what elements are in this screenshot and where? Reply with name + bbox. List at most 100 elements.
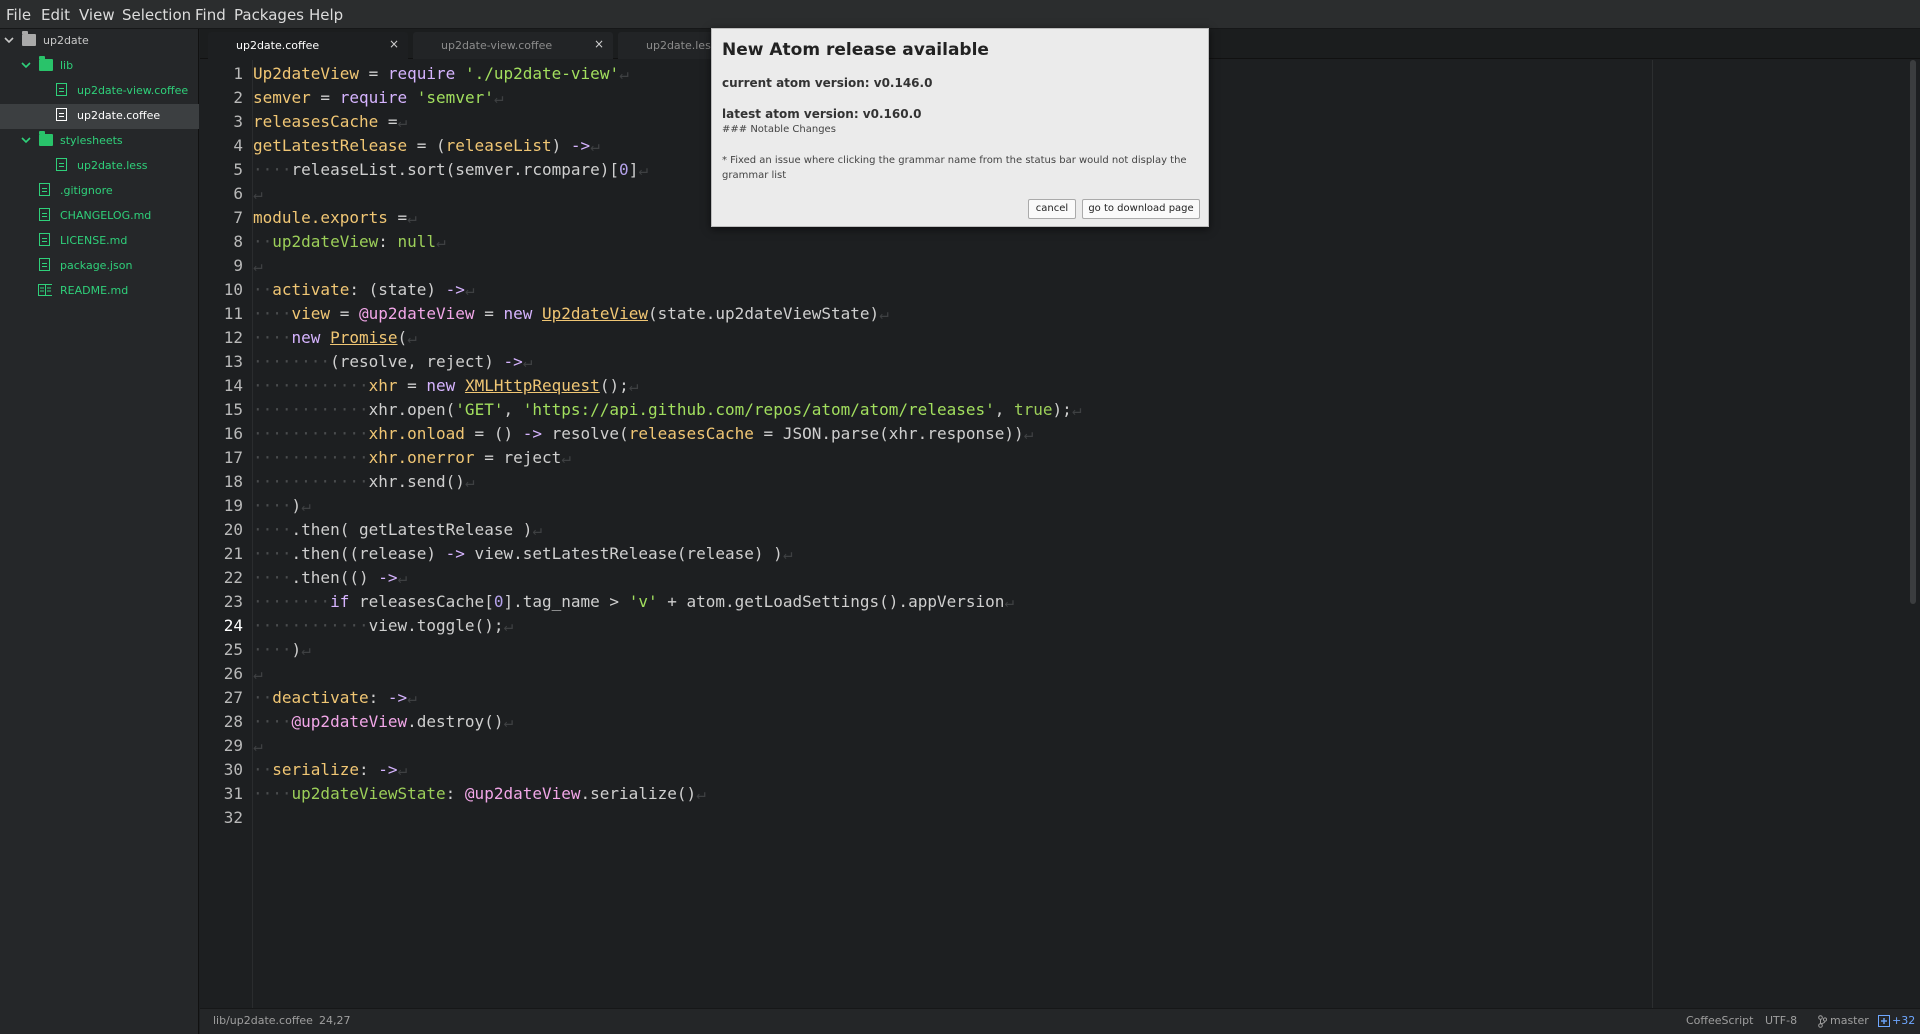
folder-icon <box>39 56 53 71</box>
tree-item-label: package.json <box>60 259 133 272</box>
code-token: 'semver' <box>416 88 494 107</box>
line-number: 25 <box>223 640 243 659</box>
tab-label: up2date.less <box>646 39 717 52</box>
code-line: ············xhr.open('GET', 'https://api… <box>253 398 1081 422</box>
status-changes[interactable]: +32 <box>1892 1014 1915 1027</box>
code-token: view <box>291 304 331 323</box>
dialog-title: New Atom release available <box>722 40 989 60</box>
menu-edit[interactable]: Edit <box>41 5 70 25</box>
line-number: 10 <box>223 280 243 299</box>
status-file-path[interactable]: lib/up2date.coffee <box>213 1014 313 1027</box>
code-token: ) <box>551 136 571 155</box>
code-token: view.setLatestRelease(release) ) <box>464 544 783 563</box>
eol-marker: ↵ <box>503 712 514 731</box>
status-encoding[interactable]: UTF-8 <box>1765 1014 1797 1027</box>
tree-item-label: up2date.less <box>77 159 148 172</box>
file-icon <box>56 83 67 96</box>
code-token: new <box>426 376 456 395</box>
tab-up2date-coffee[interactable]: up2date.coffee × <box>208 32 408 59</box>
file-icon <box>39 183 50 196</box>
tree-file-up2date-less[interactable]: up2date.less <box>0 154 199 179</box>
tree-view: up2date lib up2date-view.coffee up2date.… <box>0 29 199 1034</box>
code-token: .then( getLatestRelease ) <box>291 520 533 539</box>
line-number: 11 <box>223 304 243 323</box>
download-page-button[interactable]: go to download page <box>1082 199 1200 219</box>
code-token: = reject <box>474 448 562 467</box>
tree-folder-lib[interactable]: lib <box>0 54 199 79</box>
menu-selection[interactable]: Selection <box>122 5 191 25</box>
eol-marker: ↵ <box>436 232 446 251</box>
code-token: (state.up2dateViewState) <box>647 304 880 323</box>
tree-file-readme[interactable]: README.md <box>0 279 199 304</box>
tree-file-up2date-view[interactable]: up2date-view.coffee <box>0 79 199 104</box>
status-branch[interactable]: master <box>1830 1014 1869 1027</box>
code-token: ·· <box>253 280 273 299</box>
code-token: ···· <box>253 568 292 587</box>
tab-label: up2date-view.coffee <box>441 39 553 52</box>
file-icon <box>39 233 50 246</box>
menu-find[interactable]: Find <box>195 5 226 25</box>
code-token: require <box>387 64 456 83</box>
code-token: ·· <box>253 760 273 779</box>
tree-root[interactable]: up2date <box>0 29 199 54</box>
code-line: ····up2dateViewState: @up2dateView.seria… <box>253 782 706 806</box>
tab-label: up2date.coffee <box>236 39 320 52</box>
code-line: module.exports =↵ <box>253 206 417 230</box>
menu-view[interactable]: View <box>79 5 115 25</box>
line-number: 19 <box>223 496 243 515</box>
code-token: -> <box>570 136 591 155</box>
tree-file-package-json[interactable]: package.json <box>0 254 199 279</box>
line-number: 26 <box>223 664 243 683</box>
eol-marker: ↵ <box>638 160 648 179</box>
code-token: xhr <box>368 376 398 395</box>
tree-file-license[interactable]: LICENSE.md <box>0 229 199 254</box>
code-token: ············ <box>253 616 369 635</box>
code-token: ···· <box>253 520 292 539</box>
tree-file-changelog[interactable]: CHANGELOG.md <box>0 204 199 229</box>
tab-up2date-view-coffee[interactable]: up2date-view.coffee × <box>413 32 613 59</box>
menu-file[interactable]: File <box>6 5 31 25</box>
line-number: 13 <box>223 352 243 371</box>
line-number: 24 <box>223 616 243 635</box>
code-token: @up2dateView <box>291 712 408 731</box>
tree-file-gitignore[interactable]: .gitignore <box>0 179 199 204</box>
code-line: ········if releasesCache[0].tag_name > '… <box>253 590 1014 614</box>
code-line: ····new Promise(↵ <box>253 326 417 350</box>
code-token: releasesCache <box>628 424 754 443</box>
code-line: ············xhr.onerror = reject↵ <box>253 446 571 470</box>
code-token: = <box>387 208 408 227</box>
cancel-button[interactable]: cancel <box>1028 199 1076 219</box>
editor-scrollbar[interactable] <box>1910 60 1916 604</box>
code-line: ↵ <box>253 734 263 758</box>
code-token: releasesCache <box>253 112 379 131</box>
tree-item-label: stylesheets <box>60 134 123 147</box>
eol-marker: ↵ <box>628 376 639 395</box>
tree-folder-stylesheets[interactable]: stylesheets <box>0 129 199 154</box>
eol-marker: ↵ <box>782 544 793 563</box>
close-icon[interactable]: × <box>389 37 399 51</box>
code-token: ] <box>628 160 639 179</box>
eol-marker: ↵ <box>1071 400 1082 419</box>
code-token: : <box>378 232 398 251</box>
status-grammar[interactable]: CoffeeScript <box>1686 1014 1753 1027</box>
code-token: Up2dateView <box>253 64 359 83</box>
menu-help[interactable]: Help <box>309 5 343 25</box>
close-icon[interactable]: × <box>594 37 604 51</box>
code-token: true <box>1014 400 1053 419</box>
code-token: : <box>445 784 465 803</box>
folder-icon <box>39 131 53 146</box>
code-token: : <box>368 688 388 707</box>
code-token: -> <box>445 280 465 299</box>
code-token: ············ <box>253 424 369 443</box>
status-cursor-position[interactable]: 24,27 <box>319 1014 351 1027</box>
code-line: ↵ <box>253 662 263 686</box>
code-token: getLatestRelease <box>253 136 408 155</box>
menu-packages[interactable]: Packages <box>234 5 304 25</box>
line-number: 9 <box>233 256 243 275</box>
eol-marker: ↵ <box>397 760 408 779</box>
tree-file-up2date-coffee[interactable]: up2date.coffee <box>0 104 199 129</box>
eol-marker: ↵ <box>253 736 263 755</box>
line-number: 20 <box>223 520 243 539</box>
